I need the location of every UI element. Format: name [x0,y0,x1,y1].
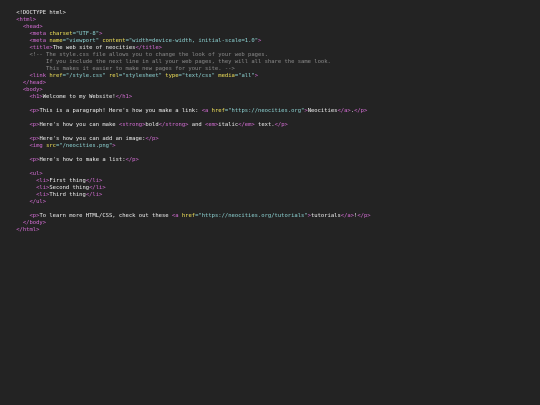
p-close-tag: </p> [274,122,288,128]
li-close-tag: </li> [85,192,103,198]
italic-text: italic [218,122,239,128]
paragraph-text: and [188,122,206,128]
a-close-tag: </a> [337,108,351,114]
ul-close-tag: </ul> [16,199,47,205]
attr-value: ="https://neocities.org/tutorials" [195,213,308,219]
html-close-tag: </html> [16,227,40,233]
a-open-tag: <a [171,213,182,219]
code-line-2: <html> [3,10,36,23]
attr-name: href [211,108,225,114]
p-open-tag: <p> [16,108,40,114]
code-line-25: <li>First thing</li> [3,171,102,184]
code-line-7: <!-- The style.css file allows you to ch… [3,45,267,58]
code-line-10: <link href="/style.css" rel="stylesheet"… [3,66,258,79]
code-line-17: <p>Here's how you can make <strong>bold<… [3,115,287,128]
code-line-19: <p>Here's how you can add an image:</p> [3,129,158,142]
p-close-tag: </p> [357,213,371,219]
code-line-20: <img src="/neocities.png"> [3,136,115,149]
p-close-tag: </p> [125,157,139,163]
a-close-tag: </a> [340,213,355,219]
code-line-24: <ul> [3,164,42,177]
attr-value: ="all" [234,73,255,79]
paragraph-text: To learn more HTML/CSS, check out these [39,213,172,219]
h1-open-tag: <h1> [16,94,43,100]
attr-name: rel [108,73,119,79]
tag-close: > [258,38,262,44]
code-line-11: </head> [3,73,46,86]
attr-name: href [181,213,196,219]
strong-open-tag: <strong> [118,122,146,128]
attr-name: href [49,73,63,79]
attr-value: ="text/css" [178,73,219,79]
code-line-4: <meta charset="UTF-8"> [3,24,102,37]
link-text: Neocities [307,108,338,114]
p-open-tag: <p> [16,157,40,163]
em-close-tag: </em> [238,122,255,128]
attr-name: type [165,73,179,79]
attr-name: media [218,73,235,79]
attr-value: ="https://neocities.org" [224,108,305,114]
code-line-30: <p>To learn more HTML/CSS, check out the… [3,206,370,219]
paragraph-text: Here's how you can make [39,122,119,128]
code-line-28: </ul> [3,192,46,205]
bold-text: bold [145,122,159,128]
tag-close: > [112,143,116,149]
code-editor[interactable]: <!DOCTYPE html> <html> <head> <meta char… [0,0,540,405]
img-tag: <img [16,143,47,149]
h1-text: Welcome to my Website! [42,94,116,100]
paragraph-text: This is a paragraph! Here's how you make… [39,108,202,114]
em-open-tag: <em> [205,122,219,128]
p-close-tag: </p> [354,108,368,114]
code-line-32: </html> [3,220,39,233]
attr-value: ="stylesheet" [118,73,166,79]
strong-close-tag: </strong> [158,122,189,128]
p-close-tag: </p> [145,136,159,142]
code-line-8: If you include the next line in all your… [3,52,331,65]
h1-close-tag: </h1> [115,94,133,100]
code-line-26: <li>Second thing</li> [3,178,106,191]
code-line-1: <!DOCTYPE html> [3,3,66,16]
code-line-6: <title>The web site of neocities</title> [3,38,162,51]
code-line-5: <meta name="viewport" content="width=dev… [3,31,261,44]
paragraph-text: Here's how to make a list: [39,157,126,163]
code-line-3: <head> [3,17,43,30]
paragraph-text: text. [254,122,275,128]
attr-value: ="/neocities.png" [56,143,113,149]
code-line-12: <body> [3,80,43,93]
a-open-tag: <a [201,108,212,114]
code-line-13: <h1>Welcome to my Website!</h1> [3,87,132,100]
code-line-9: This makes it easier to make new pages f… [3,59,235,72]
tag-close: > [254,73,259,79]
code-line-22: <p>Here's how to make a list:</p> [3,150,138,163]
code-line-15: <p>This is a paragraph! Here's how you m… [3,101,367,114]
code-line-27: <li>Third thing</li> [3,185,102,198]
attr-name: src [46,143,56,149]
list-item-text: Third thing [49,192,86,198]
link-text: tutorials [310,213,341,219]
p-open-tag: <p> [16,122,40,128]
code-line-31: </body> [3,213,46,226]
attr-value: ="/style.css" [62,73,109,79]
